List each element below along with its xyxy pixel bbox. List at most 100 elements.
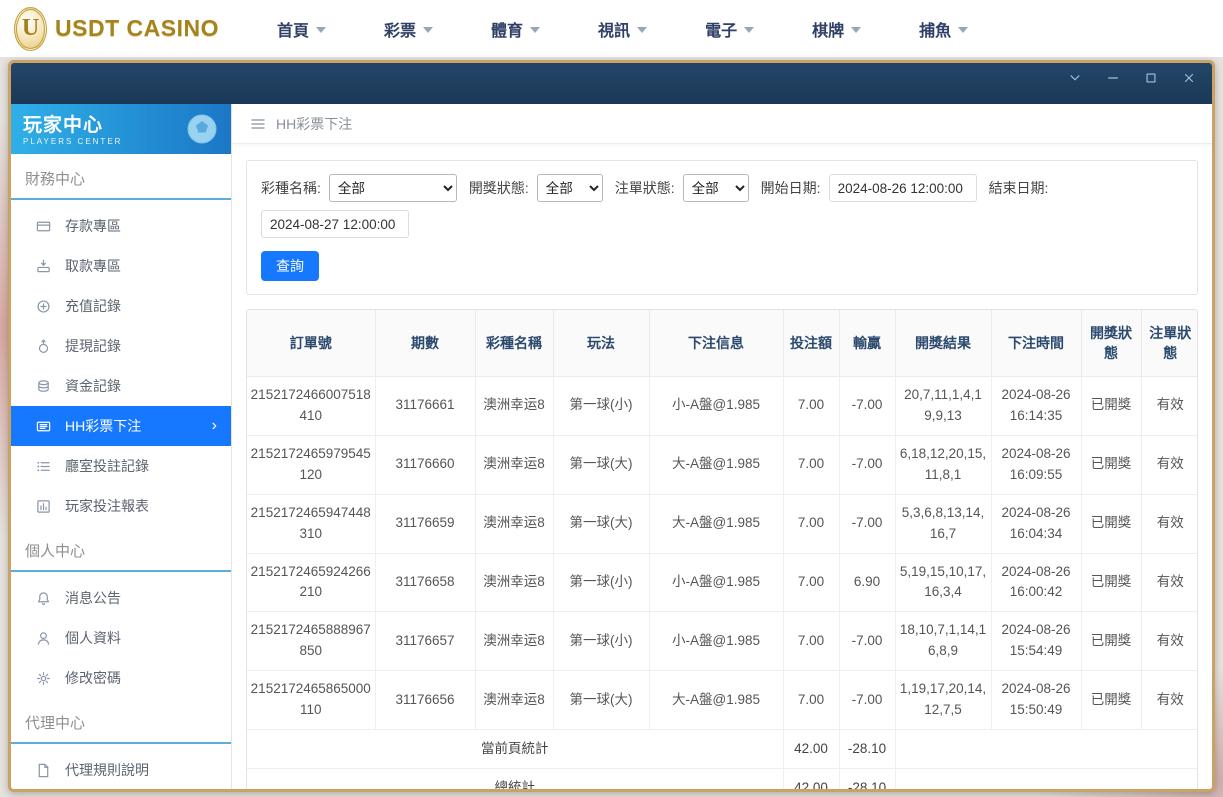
sidebar-item[interactable]: 存款專區 xyxy=(11,206,231,246)
report-icon xyxy=(35,499,51,514)
sidebar-item[interactable]: 充值記錄 xyxy=(11,286,231,326)
sidebar-item[interactable]: 取款專區 xyxy=(11,246,231,286)
cell: 2024-08-26 15:54:49 xyxy=(990,611,1082,672)
minimize-icon[interactable] xyxy=(1106,71,1120,85)
cell: 2152172465865000110 xyxy=(247,670,376,731)
top-navbar: U USDT CASINO 首頁 彩票 體育 視訊 電子 棋牌 捕魚 xyxy=(0,0,1223,57)
cell: 2152172465888967850 xyxy=(247,611,376,672)
column-header: 玩法 xyxy=(552,310,650,377)
chevron-down-icon xyxy=(851,26,862,33)
logo[interactable]: U USDT CASINO xyxy=(14,6,219,51)
column-header: 下注信息 xyxy=(648,310,784,377)
cell: 31176658 xyxy=(374,552,476,613)
end-date-label: 結束日期: xyxy=(988,180,1049,196)
sidebar-item[interactable]: 修改密碼 xyxy=(11,658,231,698)
nav-item-label: 彩票 xyxy=(384,22,417,40)
table-row: 2152172465979545120 31176660 澳洲幸运8 第一球(大) 大-… xyxy=(247,434,1197,495)
lottery-name-select[interactable]: 全部 xyxy=(328,174,457,202)
summary-label: 當前頁統計 xyxy=(247,729,784,770)
nav-item-label: 首頁 xyxy=(277,22,310,40)
column-header: 注單狀態 xyxy=(1140,310,1197,377)
nav-item-4[interactable]: 視訊 xyxy=(598,17,648,41)
document-icon xyxy=(35,763,51,778)
chevron-down-icon xyxy=(744,26,755,33)
cell: 已開獎 xyxy=(1080,493,1142,554)
cell: 澳洲幸运8 xyxy=(474,434,554,495)
cell: 2152172466007518410 xyxy=(247,376,376,436)
nav-item-7[interactable]: 捕魚 xyxy=(919,17,969,41)
sidebar-item[interactable]: 代理規則說明 xyxy=(11,750,231,789)
column-header: 投注額 xyxy=(782,310,840,377)
sidebar-item-label: 廳室投註記錄 xyxy=(65,458,149,474)
sidebar-section-title: 代理中心 xyxy=(11,698,231,744)
cell: 2152172465947448310 xyxy=(247,493,376,554)
main-content: HH彩票下注 彩種名稱: 全部 開獎狀態: 全部 注單狀態: 全部 開始日期: … xyxy=(232,104,1212,789)
cell: 澳洲幸运8 xyxy=(474,670,554,731)
maximize-icon[interactable] xyxy=(1144,71,1158,85)
cell: 有效 xyxy=(1140,611,1197,672)
lottery-name-label: 彩種名稱: xyxy=(261,180,321,196)
summary-empty xyxy=(894,729,1197,770)
cell: 已開獎 xyxy=(1080,670,1142,731)
nav-item-label: 體育 xyxy=(491,22,524,40)
cell: 6,18,12,20,15,11,8,1 xyxy=(894,434,992,495)
sidebar-item[interactable]: 個人資料 xyxy=(11,618,231,658)
window-titlebar xyxy=(11,63,1212,104)
chevron-down-icon[interactable] xyxy=(1068,71,1082,85)
table-row: 2152172466007518410 31176661 澳洲幸运8 第一球(小) 小-… xyxy=(247,376,1197,436)
sidebar-item[interactable]: HH彩票下注 › xyxy=(11,406,231,446)
column-header: 訂單號 xyxy=(247,310,376,377)
end-date-input[interactable] xyxy=(261,210,409,238)
cell: 有效 xyxy=(1140,670,1197,731)
sidebar-item[interactable]: 玩家投注報表 xyxy=(11,486,231,526)
sidebar-section-title: 財務中心 xyxy=(11,154,231,200)
nav-item-label: 視訊 xyxy=(598,22,631,40)
summary-row: 當前頁統計 42.00 -28.10 xyxy=(247,729,1197,770)
nav-item-6[interactable]: 棋牌 xyxy=(812,17,862,41)
bets-table: 訂單號 期數 彩種名稱 玩法 下注信息 投注額 輸贏 開獎結果 下注時間 開獎狀態 注單狀態 215… xyxy=(247,310,1197,789)
cell: -7.00 xyxy=(838,670,896,731)
search-button[interactable]: 查詢 xyxy=(261,251,319,281)
logo-text: USDT CASINO xyxy=(55,15,219,41)
nav-item-2[interactable]: 彩票 xyxy=(384,17,434,41)
page-title: HH彩票下注 xyxy=(276,115,353,132)
sidebar-item[interactable]: 提現記錄 xyxy=(11,326,231,366)
sidebar-item[interactable]: 消息公告 xyxy=(11,578,231,618)
cell: 第一球(大) xyxy=(552,493,650,554)
summary-bet-total: 42.00 xyxy=(782,768,840,789)
cell: -7.00 xyxy=(838,611,896,672)
cell: 2024-08-26 16:14:35 xyxy=(990,376,1082,436)
nav-item-1[interactable]: 首頁 xyxy=(277,17,327,41)
ball-icon xyxy=(181,109,221,154)
start-date-input[interactable] xyxy=(828,174,977,202)
column-header: 開獎結果 xyxy=(894,310,992,377)
sidebar-item[interactable]: 廳室投註記錄 xyxy=(11,446,231,486)
cell: 5,3,6,8,13,14,16,7 xyxy=(894,493,992,554)
nav-item-label: 棋牌 xyxy=(812,22,845,40)
menu-icon[interactable] xyxy=(250,116,266,132)
filter-panel: 彩種名稱: 全部 開獎狀態: 全部 注單狀態: 全部 開始日期: 2024-08… xyxy=(246,160,1198,295)
cell: 第一球(大) xyxy=(552,670,650,731)
cell: 第一球(小) xyxy=(552,611,650,672)
chevron-right-icon: › xyxy=(211,417,217,434)
sidebar-item-label: 修改密碼 xyxy=(65,670,121,686)
cell: 小-A盤@1.985 xyxy=(648,552,784,613)
sidebar-section-title: 個人中心 xyxy=(11,526,231,572)
table-row: 2152172465947448310 31176659 澳洲幸运8 第一球(大) 大-… xyxy=(247,493,1197,554)
hall-list-icon xyxy=(35,459,51,474)
cell: 1,19,17,20,14,12,7,5 xyxy=(894,670,992,731)
cell: 第一球(小) xyxy=(552,552,650,613)
sidebar-item[interactable]: 資金記錄 xyxy=(11,366,231,406)
nav-item-3[interactable]: 體育 xyxy=(491,17,541,41)
draw-status-select[interactable]: 全部 xyxy=(536,174,603,202)
summary-bet-total: 42.00 xyxy=(782,729,840,770)
nav-item-label: 捕魚 xyxy=(919,22,952,40)
nav-item-5[interactable]: 電子 xyxy=(705,17,755,41)
recharge-icon xyxy=(35,299,51,314)
cell: 7.00 xyxy=(782,670,840,731)
summary-winloss-total: -28.10 xyxy=(838,768,896,789)
breadcrumb: HH彩票下注 xyxy=(232,104,1212,144)
order-status-select[interactable]: 全部 xyxy=(682,174,749,202)
close-icon[interactable] xyxy=(1182,71,1196,85)
cell: 澳洲幸运8 xyxy=(474,493,554,554)
